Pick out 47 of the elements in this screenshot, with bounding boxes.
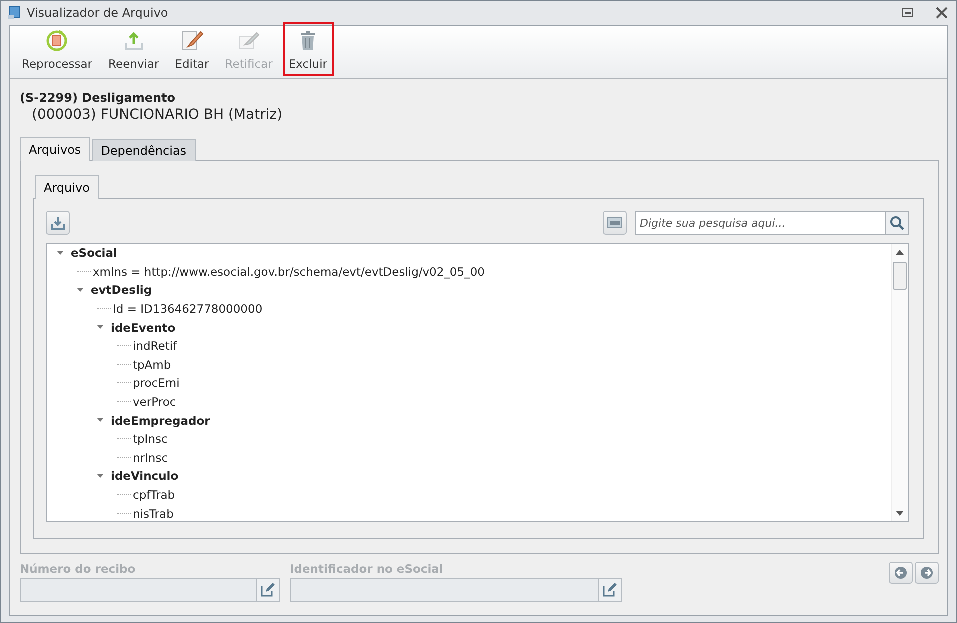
tree-node[interactable]: nrInsc xyxy=(133,450,168,465)
tree-node[interactable]: evtDeslig xyxy=(91,283,152,298)
employer-name: (000003) FUNCIONARIO BH (Matriz) xyxy=(31,107,284,123)
scroll-up-icon[interactable] xyxy=(895,248,905,258)
scroll-down-icon[interactable] xyxy=(895,508,905,518)
restore-icon[interactable] xyxy=(902,8,914,18)
tree-node[interactable]: ideEmpregador xyxy=(111,414,210,428)
tree-node[interactable]: tpAmb xyxy=(133,358,172,372)
tree-node[interactable]: cpfTrab xyxy=(133,488,176,502)
pencil-paper-icon xyxy=(180,29,204,53)
tree-node[interactable]: procEmi xyxy=(133,376,180,390)
search-icon xyxy=(890,216,904,230)
edit-icon xyxy=(260,582,276,598)
document-icon xyxy=(607,217,623,229)
tree-node[interactable]: nisTrab xyxy=(133,506,174,521)
edit-button[interactable] xyxy=(598,578,622,602)
scroll-thumb[interactable] xyxy=(893,262,907,290)
tab[interactable]: Arquivo xyxy=(35,175,99,199)
tree-node[interactable]: Id = ID136462778000000 xyxy=(113,302,263,316)
tree-node[interactable]: ideVinculo xyxy=(111,469,179,484)
search-field[interactable]: Digite sua pesquisa aqui... xyxy=(635,211,885,235)
field-label: Número do recibo xyxy=(20,562,137,576)
app-icon xyxy=(7,6,21,20)
edit-button[interactable] xyxy=(256,578,280,602)
toolbar-button[interactable]: Reprocessar xyxy=(16,22,99,76)
scrollbar[interactable] xyxy=(891,244,908,521)
field-label: Identificador no eSocial xyxy=(290,562,444,576)
tree-node[interactable]: xmlns = http://www.esocial.gov.br/schema/evt/evtDeslig/v02_05_00 xyxy=(93,264,485,279)
window-title: Visualizador de Arquivo xyxy=(27,6,170,20)
download-icon xyxy=(51,216,65,230)
tab[interactable]: Dependências xyxy=(92,139,196,161)
tree-node[interactable]: verProc xyxy=(133,395,176,410)
toolbar-button[interactable]: Editar xyxy=(169,22,216,76)
tree-node[interactable]: tpInsc xyxy=(133,432,168,446)
toolbar-button[interactable]: Reenviar xyxy=(102,22,166,76)
tab[interactable]: Arquivos xyxy=(20,137,90,161)
search-button[interactable] xyxy=(885,211,909,235)
tree-node[interactable]: indRetif xyxy=(133,339,178,354)
edit-icon xyxy=(602,582,618,598)
event-title: (S-2299) Desligamento xyxy=(20,91,176,105)
next-button[interactable] xyxy=(915,562,939,584)
download-button[interactable] xyxy=(46,211,70,235)
close-icon[interactable] xyxy=(936,7,948,19)
toolbar-button[interactable]: Excluir xyxy=(282,22,334,76)
tree-node[interactable]: eSocial xyxy=(71,246,118,260)
tree-node[interactable]: ideEvento xyxy=(111,320,176,335)
previous-button[interactable] xyxy=(889,562,913,584)
